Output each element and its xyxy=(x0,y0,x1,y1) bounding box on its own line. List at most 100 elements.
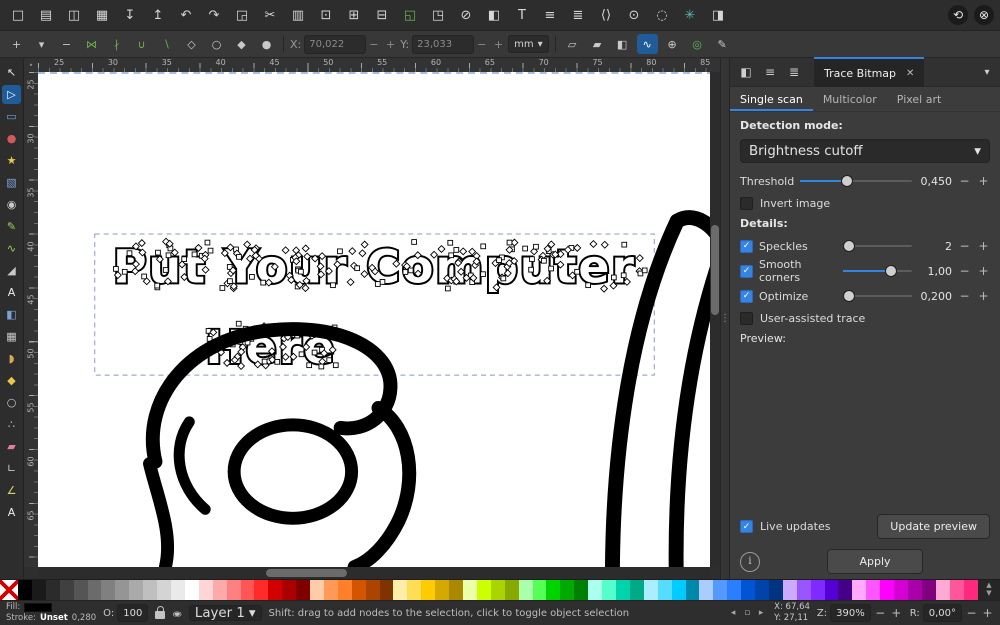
color-swatch[interactable] xyxy=(532,580,547,600)
color-swatch[interactable] xyxy=(323,580,338,600)
color-swatch[interactable] xyxy=(282,580,297,600)
color-swatch[interactable] xyxy=(435,580,450,600)
color-swatch[interactable] xyxy=(407,580,422,600)
layer-visibility-icon[interactable]: ◉ xyxy=(172,609,182,617)
star-tool[interactable]: ★ xyxy=(2,151,21,170)
y-input[interactable] xyxy=(412,34,475,54)
color-swatch[interactable] xyxy=(602,580,616,600)
zoom-decrease-button[interactable]: − xyxy=(874,606,887,620)
color-swatch[interactable] xyxy=(296,580,311,600)
color-swatch[interactable] xyxy=(421,580,436,600)
color-swatch[interactable] xyxy=(143,580,158,600)
layer-select[interactable]: Layer 1 ▾ xyxy=(188,605,262,621)
ruler-corner[interactable]: • xyxy=(24,58,38,72)
color-swatch[interactable] xyxy=(949,580,964,600)
scan-mode-tab[interactable]: Multicolor xyxy=(813,87,887,111)
bezier-tool[interactable]: ∿ xyxy=(2,239,21,258)
edit-mask-icon[interactable]: ✎ xyxy=(712,34,733,54)
live-updates-toggle[interactable]: Live updates xyxy=(740,520,830,533)
break-nodes-icon[interactable]: ∤ xyxy=(106,34,127,54)
color-swatch[interactable] xyxy=(157,580,171,600)
vertical-scrollbar-thumb[interactable] xyxy=(711,225,719,315)
duplicate-icon[interactable]: ◱ xyxy=(398,3,422,27)
speckles-decrease-button[interactable]: − xyxy=(958,239,971,253)
show-bezier-handles-icon[interactable]: ∿ xyxy=(636,34,658,54)
color-swatch[interactable] xyxy=(101,580,116,600)
eraser-tool[interactable]: ▰ xyxy=(2,437,21,456)
optimize-decrease-button[interactable]: − xyxy=(958,289,971,303)
color-swatch[interactable] xyxy=(115,580,130,600)
align-tab-icon[interactable]: ≡ xyxy=(758,61,782,83)
drawing-canvas[interactable]: Put Your Computer Here xyxy=(38,72,710,567)
update-preview-button[interactable]: Update preview xyxy=(877,514,990,539)
color-swatch[interactable] xyxy=(31,580,46,600)
box3d-tool[interactable]: ▧ xyxy=(2,173,21,192)
snap-nodes-icon[interactable]: ◎ xyxy=(687,34,708,54)
zoom-selection-icon[interactable]: ⊡ xyxy=(314,3,338,27)
color-swatch[interactable] xyxy=(866,580,881,600)
stroke-to-path-icon[interactable]: ▰ xyxy=(587,34,608,54)
color-swatch[interactable] xyxy=(894,580,908,600)
zoom-page-icon[interactable]: ⊟ xyxy=(370,3,394,27)
scan-mode-tab[interactable]: Pixel art xyxy=(887,87,952,111)
speckles-checkbox[interactable] xyxy=(740,239,753,253)
color-swatch[interactable] xyxy=(768,580,783,600)
dock-menu-chevron-icon[interactable]: ▾ xyxy=(978,67,996,78)
pencil-tool[interactable]: ✎ xyxy=(2,217,21,236)
text-dialog-icon[interactable]: T xyxy=(510,3,534,27)
speckles-slider[interactable] xyxy=(842,239,912,253)
color-swatch[interactable] xyxy=(699,580,714,600)
calligraphy-tool[interactable]: ◢ xyxy=(2,261,21,280)
text-tool[interactable]: A xyxy=(2,283,21,302)
fill-stroke-tab-icon[interactable]: ◧ xyxy=(734,61,758,83)
color-swatch[interactable] xyxy=(880,580,895,600)
smooth-corners-decrease-button[interactable]: − xyxy=(958,264,971,278)
copy-icon[interactable]: ◲ xyxy=(230,3,254,27)
color-swatch[interactable] xyxy=(379,580,394,600)
color-swatch[interactable] xyxy=(365,580,380,600)
palette-scroll-down-icon[interactable]: ▼ xyxy=(986,589,991,598)
zoom-drawing-icon[interactable]: ⊞ xyxy=(342,3,366,27)
smooth-corners-increase-button[interactable]: + xyxy=(977,264,990,278)
color-swatch[interactable] xyxy=(852,580,867,600)
color-swatch[interactable] xyxy=(87,580,102,600)
rotation-field[interactable]: 0,00° xyxy=(922,604,962,622)
unit-select[interactable]: mm ▾ xyxy=(508,35,549,53)
color-swatch[interactable] xyxy=(727,580,742,600)
bucket-tool[interactable]: ◆ xyxy=(2,371,21,390)
spiral-tool[interactable]: ◉ xyxy=(2,195,21,214)
color-swatch[interactable] xyxy=(73,580,88,600)
color-swatch[interactable] xyxy=(198,580,213,600)
fill-stroke-dialog-icon[interactable]: ◧ xyxy=(482,3,506,27)
color-swatch[interactable] xyxy=(45,580,60,600)
color-swatch[interactable] xyxy=(615,580,630,600)
opacity-field[interactable]: 100 xyxy=(117,604,149,622)
rotation-increase-button[interactable]: + xyxy=(981,606,994,620)
color-swatch[interactable] xyxy=(226,580,241,600)
color-swatch[interactable] xyxy=(629,580,644,600)
color-swatch[interactable] xyxy=(574,580,589,600)
color-swatch[interactable] xyxy=(170,580,185,600)
color-swatch[interactable] xyxy=(504,580,519,600)
fill-stroke-indicator[interactable]: Fill: Stroke: Unset 0,280 xyxy=(6,602,96,623)
swatch-none[interactable] xyxy=(0,580,18,600)
node-corner-icon[interactable]: ◇ xyxy=(181,34,202,54)
color-swatch[interactable] xyxy=(240,580,255,600)
selector-tool[interactable]: ↖ xyxy=(2,63,21,82)
tweak-tool[interactable]: ○ xyxy=(2,393,21,412)
node-smooth-icon[interactable]: ○ xyxy=(206,34,227,54)
join-nodes-icon[interactable]: ⋈ xyxy=(81,34,102,54)
color-swatch[interactable] xyxy=(935,580,950,600)
scan-mode-tab[interactable]: Single scan xyxy=(730,87,813,111)
horizontal-scrollbar[interactable] xyxy=(38,567,710,579)
color-swatch[interactable] xyxy=(351,580,366,600)
node-auto-icon[interactable]: ● xyxy=(256,34,277,54)
center-view-icon[interactable]: ▫ xyxy=(741,608,753,618)
color-swatch[interactable] xyxy=(810,580,825,600)
color-swatch[interactable] xyxy=(268,580,283,600)
node-tool[interactable]: ▷ xyxy=(2,85,21,104)
layers-dialog-icon[interactable]: ≣ xyxy=(566,3,590,27)
color-swatch[interactable] xyxy=(657,580,672,600)
color-swatch[interactable] xyxy=(671,580,686,600)
color-swatch[interactable] xyxy=(490,580,505,600)
